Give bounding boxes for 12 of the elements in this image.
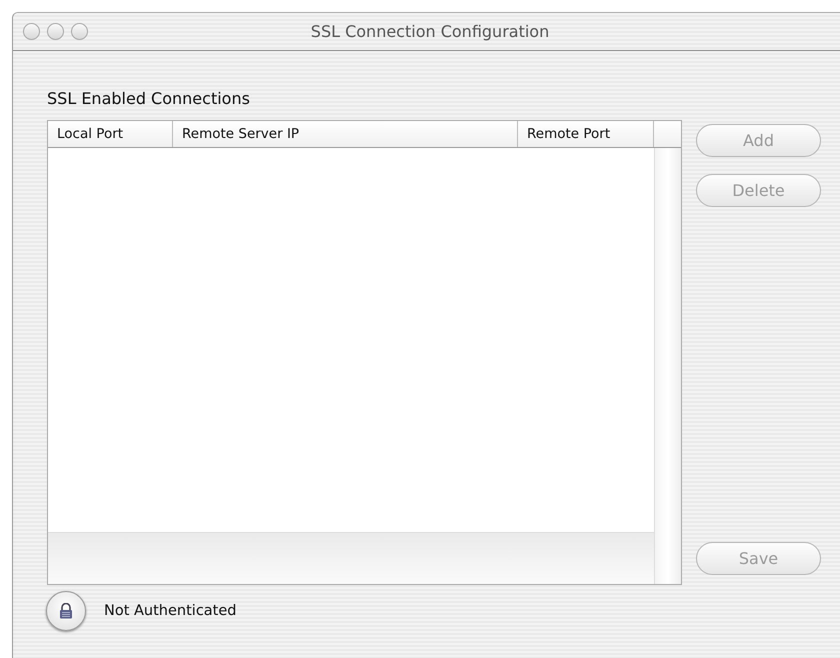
window-control-button[interactable]: [23, 23, 40, 40]
window-control-button[interactable]: [47, 23, 64, 40]
status-label: Not Authenticated: [104, 603, 236, 619]
horizontal-scrollbar[interactable]: [48, 532, 654, 584]
column-header[interactable]: Remote Server IP: [173, 121, 518, 147]
window-title: SSL Connection Configuration: [310, 22, 550, 41]
window-control-button[interactable]: [71, 23, 88, 40]
lock-icon: [59, 603, 73, 619]
vertical-scrollbar[interactable]: [654, 148, 681, 584]
section-heading: SSL Enabled Connections: [47, 89, 250, 108]
column-header[interactable]: Local Port: [48, 121, 173, 147]
lock-button[interactable]: [46, 591, 86, 631]
